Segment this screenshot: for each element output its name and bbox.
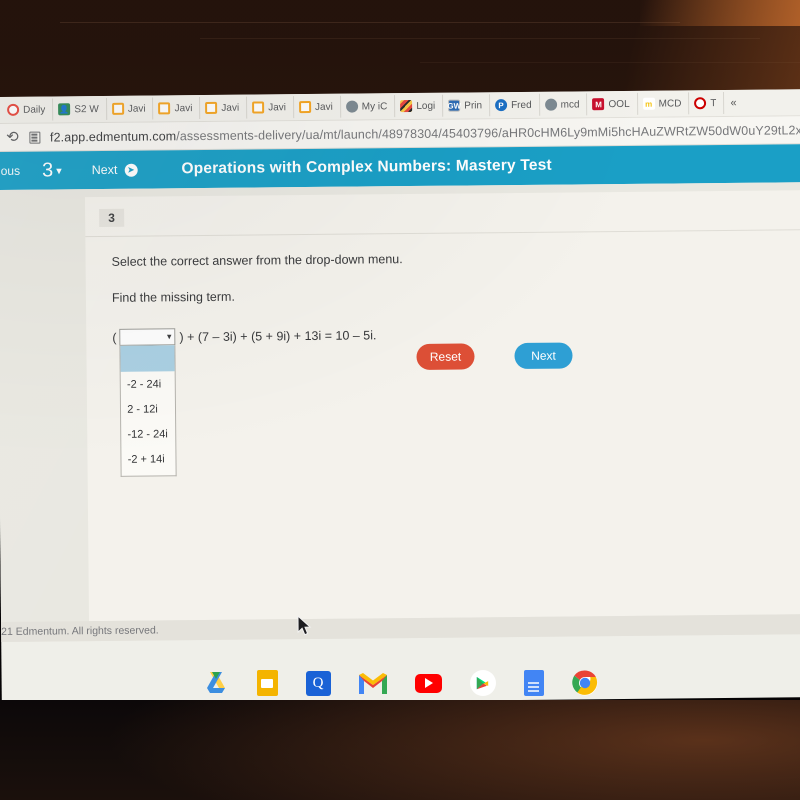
bookmarks-overflow-button[interactable]: « xyxy=(724,97,742,109)
answer-dropdown[interactable]: ▾ -2 - 24i 2 - 12i -12 - 24i -2 + 14i xyxy=(119,328,177,477)
bookmark-label: Javi xyxy=(127,103,146,115)
google-drive-icon[interactable] xyxy=(203,670,229,696)
bookmark-label: Daily xyxy=(23,104,46,116)
action-buttons: Reset Next xyxy=(416,342,573,370)
question-selector[interactable]: 3 ▾ xyxy=(28,159,76,182)
taskbar-dock: Q xyxy=(0,660,800,706)
bookmark-label: OOL xyxy=(608,98,630,110)
photo-of-laptop-screen: Daily 👤 S2 W Javi Javi Javi Javi Javi My… xyxy=(0,0,800,800)
bookmark-label: Logi xyxy=(416,100,436,112)
question-instruction: Select the correct answer from the drop-… xyxy=(111,252,403,269)
screen-bezel-top xyxy=(0,0,800,100)
ring-icon xyxy=(7,103,20,116)
bookmark-item[interactable]: M OOL xyxy=(587,92,638,116)
bookmark-item[interactable]: 👤 S2 W xyxy=(53,97,107,121)
document-icon xyxy=(158,102,171,115)
bookmark-label: Javi xyxy=(314,101,333,113)
mcdonalds-icon: m xyxy=(642,97,655,110)
dropdown-option[interactable]: -2 - 24i xyxy=(121,371,175,397)
next-label: Next xyxy=(91,162,118,178)
dropdown-option-blank[interactable] xyxy=(120,345,175,372)
chevron-down-icon: ▾ xyxy=(56,164,62,177)
bookmark-label: S2 W xyxy=(74,103,99,115)
bookmark-item[interactable]: Javi xyxy=(247,96,295,119)
desk-and-keyboard xyxy=(0,700,800,800)
bookmark-item[interactable]: GW Prin xyxy=(443,94,491,117)
url-text[interactable]: f2.app.edmentum.com/assessments-delivery… xyxy=(50,121,800,144)
next-question-button[interactable]: Next ➤ xyxy=(76,162,154,177)
p-circle-icon: P xyxy=(494,99,508,112)
chevron-down-icon: ▾ xyxy=(166,331,172,342)
question-panel: 3 Select the correct answer from the dro… xyxy=(84,190,800,622)
youtube-icon[interactable] xyxy=(414,673,442,693)
question-number-badge: 3 xyxy=(99,208,124,228)
url-path: /assessments-delivery/ua/mt/launch/48978… xyxy=(176,121,800,143)
site-info-icon[interactable] xyxy=(28,131,41,144)
reset-button[interactable]: Reset xyxy=(416,343,475,370)
question-content: Select the correct answer from the drop-… xyxy=(85,230,800,477)
globe-icon xyxy=(345,100,358,113)
bookmark-item[interactable]: m MCD xyxy=(637,92,690,115)
bookmark-item[interactable]: Javi xyxy=(293,95,341,119)
bookmark-item[interactable]: mcd xyxy=(539,93,588,116)
previous-button[interactable]: ous xyxy=(0,164,28,178)
copyright-text: 21 Edmentum. All rights reserved. xyxy=(1,624,159,638)
google-slides-icon[interactable] xyxy=(256,670,278,696)
bookmark-label: mcd xyxy=(560,98,580,111)
target-icon xyxy=(694,97,707,110)
question-prompt: Find the missing term. xyxy=(111,289,235,305)
bookmark-item[interactable]: Javi xyxy=(200,96,248,120)
google-docs-icon[interactable] xyxy=(523,670,544,696)
bookmark-label: My iC xyxy=(361,100,388,112)
document-icon xyxy=(205,101,218,114)
document-icon xyxy=(252,101,265,114)
chrome-icon[interactable] xyxy=(571,670,598,696)
gw-icon: GW xyxy=(447,99,462,112)
gmail-icon[interactable] xyxy=(358,672,387,694)
question-number-label: 3 xyxy=(41,158,54,182)
url-host: f2.app.edmentum.com xyxy=(49,128,177,144)
globe-icon xyxy=(544,98,557,111)
assessment-body: 3 Select the correct answer from the dro… xyxy=(0,182,800,642)
dropdown-option[interactable]: -2 + 14i xyxy=(122,446,176,472)
bookmark-item[interactable]: Javi xyxy=(106,97,154,120)
bookmark-label: Fred xyxy=(510,99,532,111)
bookmark-item[interactable]: T xyxy=(689,92,725,115)
document-icon xyxy=(298,100,312,114)
stripes-icon xyxy=(400,100,413,113)
bookmark-item[interactable]: Daily xyxy=(2,98,54,121)
bookmark-label: Prin xyxy=(464,99,483,112)
bookmark-label: Javi xyxy=(221,102,240,114)
document-icon xyxy=(111,102,124,115)
bookmark-item[interactable]: Javi xyxy=(153,97,201,120)
dropdown-option[interactable]: -12 - 24i xyxy=(121,421,175,447)
play-store-icon[interactable] xyxy=(469,670,496,696)
bookmark-item[interactable]: My iC xyxy=(340,95,396,118)
quizlet-icon[interactable]: Q xyxy=(305,670,331,696)
equation-row: ( ▾ -2 - 24i 2 - 12i -12 - 24i -2 + 14i … xyxy=(112,322,800,477)
bookmark-item[interactable]: P Fred xyxy=(489,93,540,117)
mcdonalds-icon: M xyxy=(592,98,605,111)
equation-open-paren: ( xyxy=(112,330,117,345)
bookmark-label: Javi xyxy=(174,102,193,114)
next-button[interactable]: Next xyxy=(514,342,573,370)
arrow-right-circle-icon: ➤ xyxy=(124,163,138,177)
dropdown-option[interactable]: 2 - 12i xyxy=(121,396,175,422)
bookmark-label: MCD xyxy=(658,97,682,110)
reload-icon[interactable]: ⟳ xyxy=(6,129,19,146)
dropdown-option-list[interactable]: -2 - 24i 2 - 12i -12 - 24i -2 + 14i xyxy=(119,345,177,477)
bookmark-label: T xyxy=(710,97,717,109)
page-title: Operations with Complex Numbers: Mastery… xyxy=(181,156,552,178)
bookmark-label: Javi xyxy=(268,101,287,113)
contact-icon: 👤 xyxy=(58,103,71,116)
select-input[interactable]: ▾ xyxy=(119,328,176,346)
equation-remainder: ) + (7 – 3i) + (5 + 9i) + 13i = 10 – 5i. xyxy=(179,327,377,344)
laptop-screen: Daily 👤 S2 W Javi Javi Javi Javi Javi My… xyxy=(0,89,800,705)
bookmark-item[interactable]: Logi xyxy=(395,94,444,118)
